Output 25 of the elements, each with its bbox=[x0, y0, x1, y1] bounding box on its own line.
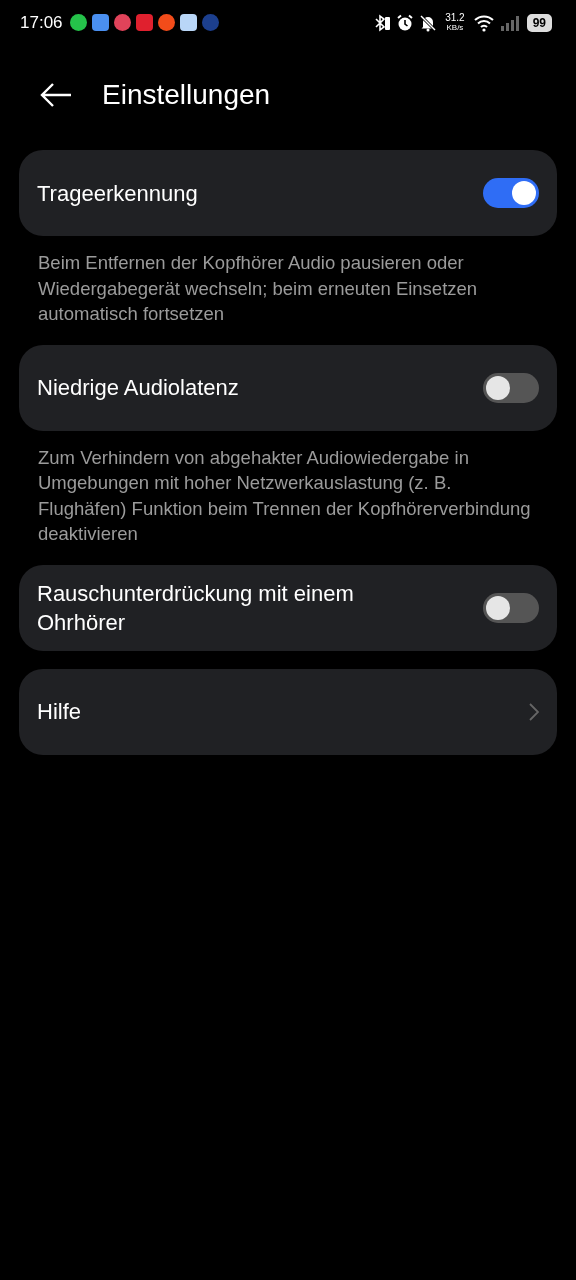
setting-description: Beim Entfernen der Kopfhörer Audio pausieren oder Wiedergabegerät wechseln; beim erneuten Einsetzen automatisch fortsetzen bbox=[38, 251, 479, 326]
setting-label: Rauschunterdrückung mit einem Ohrhörer bbox=[37, 579, 355, 637]
speed-value: 31.2 bbox=[445, 13, 465, 23]
setting-label: Niedrige Audiolatenz bbox=[37, 374, 239, 402]
battery-indicator: 99 bbox=[526, 13, 552, 32]
bluetooth-icon bbox=[373, 13, 392, 32]
setting-description: Zum Verhindern von abgehakter Audiowiedergabe in Umgebungen mit hoher Netzwerkauslastung (z. B. Flughäfen) Funktion beim Trennen der Kopfhörerverbindung deaktivieren bbox=[38, 445, 532, 546]
muted-bell-icon bbox=[419, 13, 438, 32]
toggle-switch[interactable] bbox=[483, 592, 539, 623]
page-title: Einstellungen bbox=[102, 79, 271, 111]
chevron-right-icon bbox=[529, 702, 539, 721]
setting-card[interactable]: Hilfe bbox=[19, 668, 557, 755]
speed-unit: KB/s bbox=[446, 23, 464, 32]
setting-card[interactable]: Rauschunterdrückung mit einem Ohrhörer bbox=[19, 564, 557, 651]
status-time: 17:06 bbox=[20, 12, 63, 33]
setting-card[interactable]: Niedrige Audiolatenz bbox=[19, 344, 557, 431]
setting-label: Trageerkennung bbox=[37, 179, 198, 208]
toggle-switch[interactable] bbox=[483, 178, 539, 208]
toggle-switch[interactable] bbox=[483, 372, 539, 403]
setting-label: Hilfe bbox=[37, 698, 81, 726]
signal-icon bbox=[499, 14, 522, 31]
setting-card[interactable]: Trageerkennung bbox=[19, 150, 557, 236]
back-arrow-icon[interactable] bbox=[40, 82, 72, 108]
wifi-icon bbox=[472, 13, 495, 32]
alarm-icon bbox=[396, 13, 415, 32]
